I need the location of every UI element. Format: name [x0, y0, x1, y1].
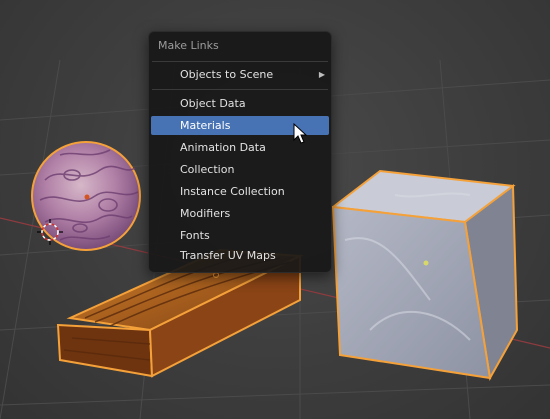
- cube-object: [330, 169, 519, 381]
- menu-item-modifiers[interactable]: Modifiers: [151, 204, 329, 223]
- mouse-pointer-icon: [293, 123, 307, 144]
- menu-item-label: Instance Collection: [180, 185, 285, 198]
- menu-item-label: Modifiers: [180, 207, 231, 220]
- menu-title: Make Links: [158, 39, 219, 52]
- menu-item-label: Materials: [180, 119, 231, 132]
- menu-separator: [152, 61, 328, 62]
- menu-separator: [152, 89, 328, 90]
- menu-item-object-data[interactable]: Object Data: [151, 94, 329, 113]
- menu-item-objects-to-scene[interactable]: Objects to Scene ▶: [151, 65, 329, 84]
- menu-item-label: Transfer UV Maps: [180, 249, 276, 262]
- chevron-right-icon: ▶: [318, 70, 325, 79]
- menu-item-transfer-uv-maps[interactable]: Transfer UV Maps: [151, 246, 329, 265]
- menu-item-instance-collection[interactable]: Instance Collection: [151, 182, 329, 201]
- menu-item-label: Objects to Scene: [180, 68, 274, 81]
- menu-item-label: Animation Data: [180, 141, 266, 154]
- menu-item-label: Collection: [180, 163, 235, 176]
- menu-item-label: Object Data: [180, 97, 246, 110]
- make-links-menu: Make Links Objects to Scene ▶ Object Dat…: [148, 31, 332, 273]
- menu-item-collection[interactable]: Collection: [151, 160, 329, 179]
- menu-item-fonts[interactable]: Fonts: [151, 226, 329, 245]
- sphere-object: [31, 141, 141, 251]
- menu-item-label: Fonts: [180, 229, 210, 242]
